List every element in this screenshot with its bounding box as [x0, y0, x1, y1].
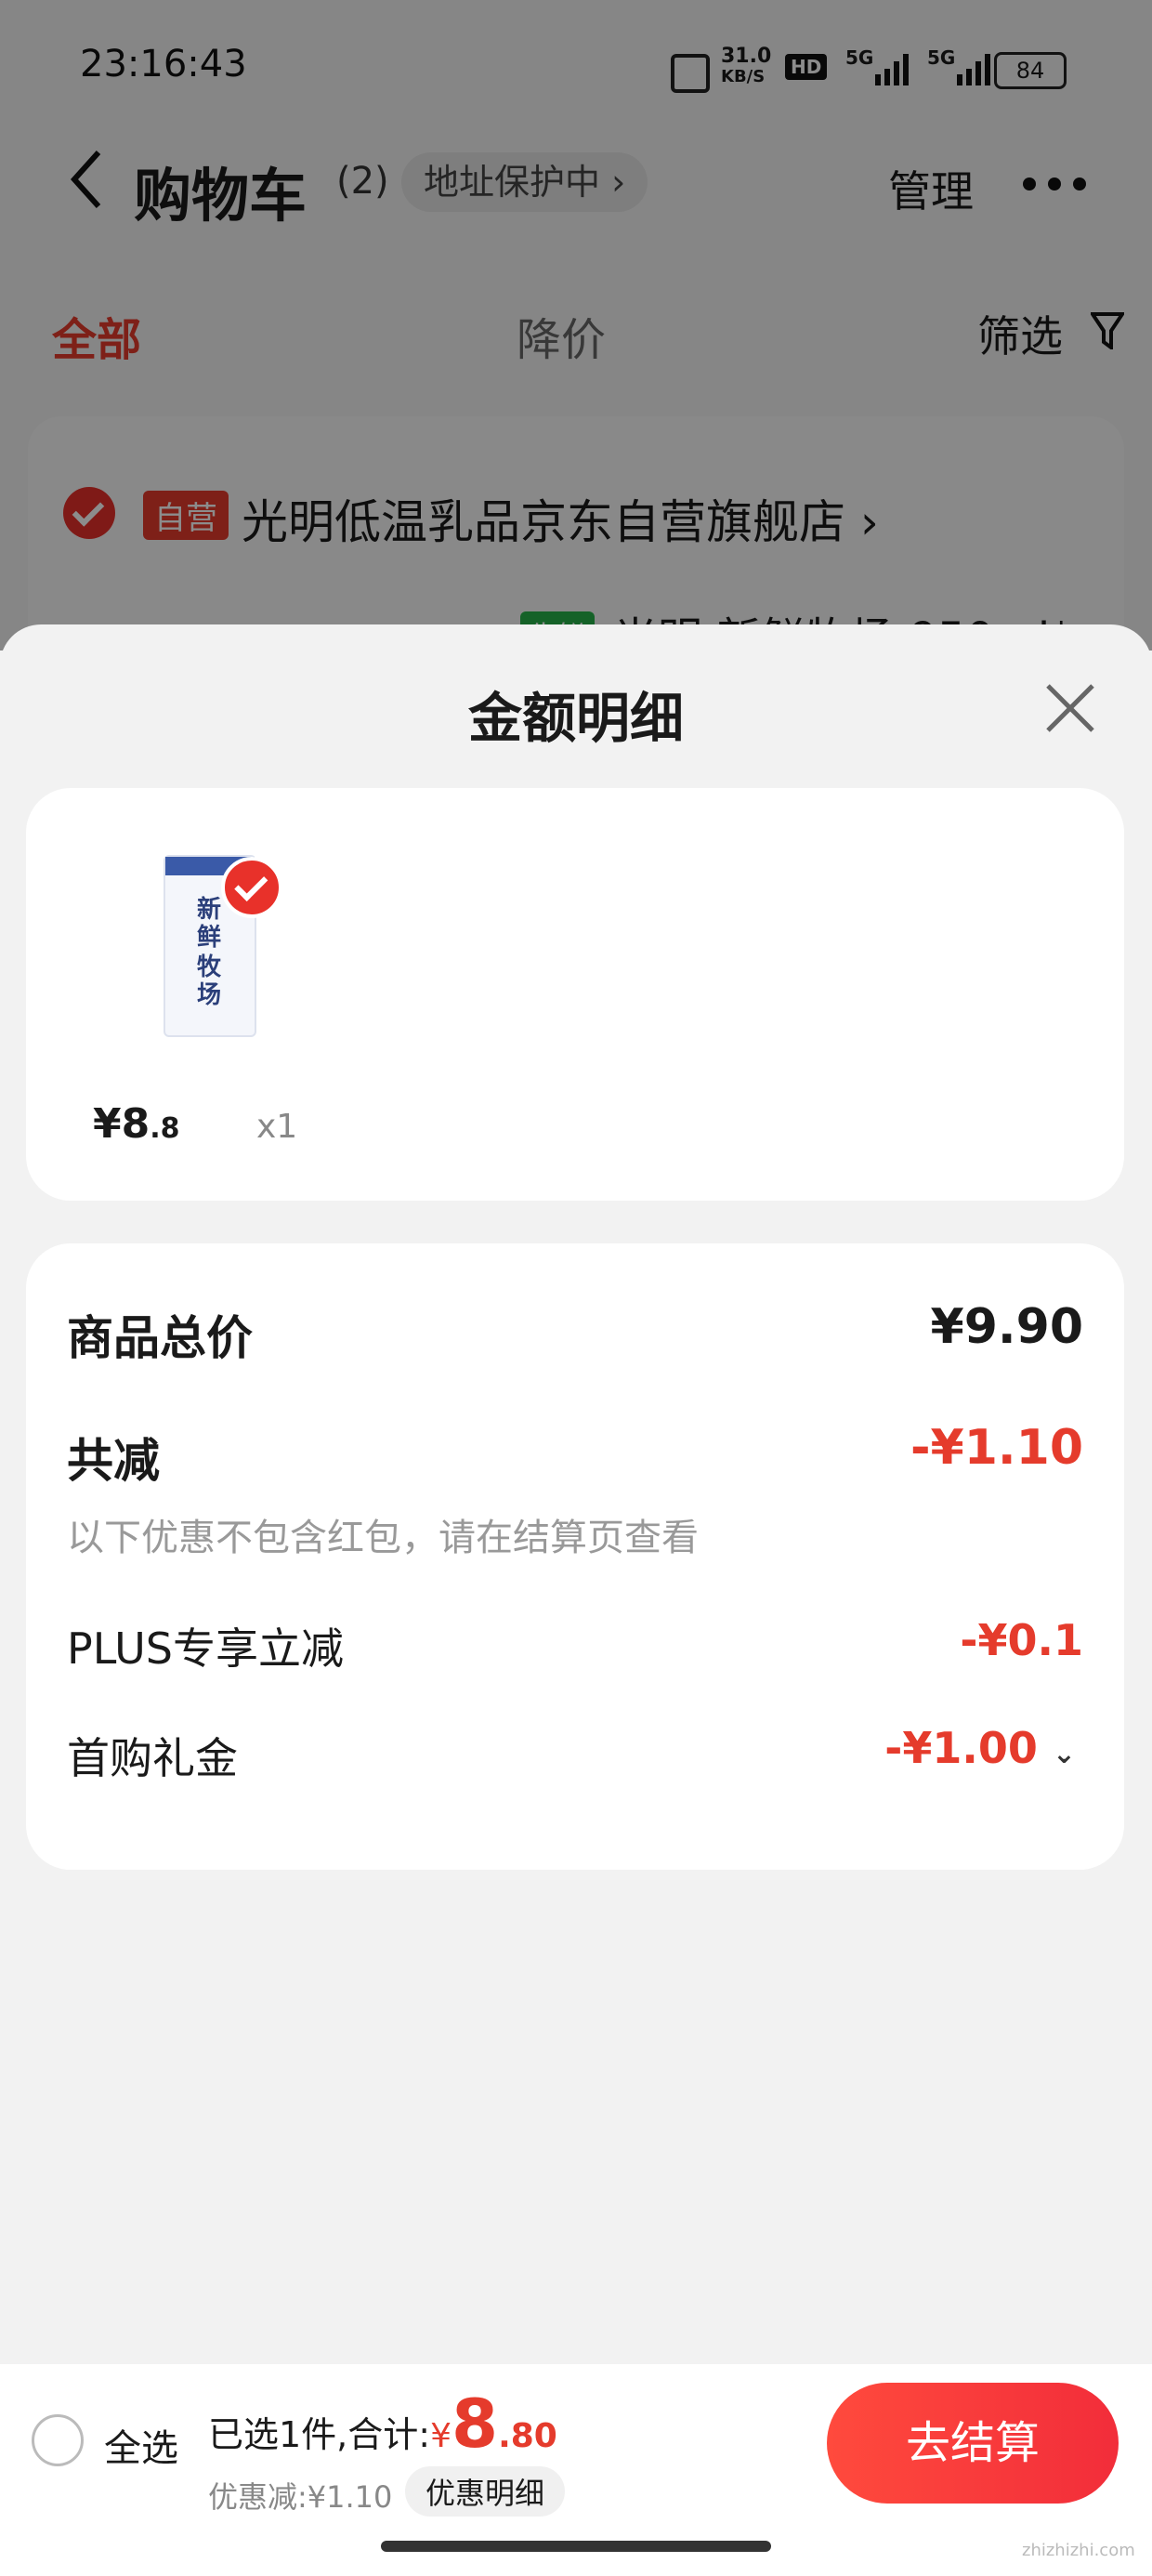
chevron-down-icon: ⌄: [1052, 1738, 1076, 1770]
overlay-dim[interactable]: [0, 0, 1152, 651]
pack-label-1: 新鲜: [197, 896, 222, 952]
item-card: 新鲜 牧场 ¥8.8 x1: [26, 788, 1124, 1201]
pack-label-2: 牧场: [197, 953, 222, 1009]
reduce-note: 以下优惠不包含红包，请在结算页查看: [67, 1517, 699, 1559]
plus-label: PLUS专享立减: [67, 1623, 344, 1674]
first-label: 首购礼金: [67, 1733, 238, 1783]
first-value-row[interactable]: -¥1.00 ⌄: [884, 1723, 1076, 1773]
first-value: -¥1.00: [884, 1723, 1038, 1773]
item-check-icon[interactable]: [221, 857, 282, 918]
total-label: 商品总价: [67, 1311, 253, 1365]
plus-value: -¥0.1: [960, 1615, 1083, 1665]
watermark: zhizhizhi.com: [1022, 2541, 1135, 2560]
reduce-label: 共减: [67, 1434, 160, 1488]
price-detail-sheet: 金额明细 新鲜 牧场 ¥8.8 x1 商品总价 ¥9.90 共减 -¥1.10 …: [0, 624, 1152, 2576]
select-all-checkbox[interactable]: [32, 2414, 84, 2466]
sheet-title: 金额明细: [467, 687, 684, 750]
discount-detail-button[interactable]: 优惠明细: [405, 2466, 566, 2517]
selected-total: 已选1件,合计:¥8.80: [208, 2385, 557, 2463]
checkout-button[interactable]: 去结算: [827, 2383, 1119, 2504]
summary-card: 商品总价 ¥9.90 共减 -¥1.10 以下优惠不包含红包，请在结算页查看 P…: [26, 1243, 1124, 1870]
reduce-value: -¥1.10: [910, 1420, 1083, 1476]
home-indicator: [381, 2541, 771, 2552]
close-icon[interactable]: [1044, 682, 1096, 738]
item-price: ¥8.8: [93, 1100, 180, 1148]
item-qty: x1: [256, 1108, 298, 1146]
discount-text: 优惠减:¥1.10: [208, 2479, 393, 2515]
bottom-bar: 全选 已选1件,合计:¥8.80 优惠减:¥1.10 优惠明细 去结算 zhiz…: [0, 2364, 1152, 2576]
select-all-label[interactable]: 全选: [104, 2418, 178, 2472]
total-value: ¥9.90: [930, 1299, 1083, 1355]
